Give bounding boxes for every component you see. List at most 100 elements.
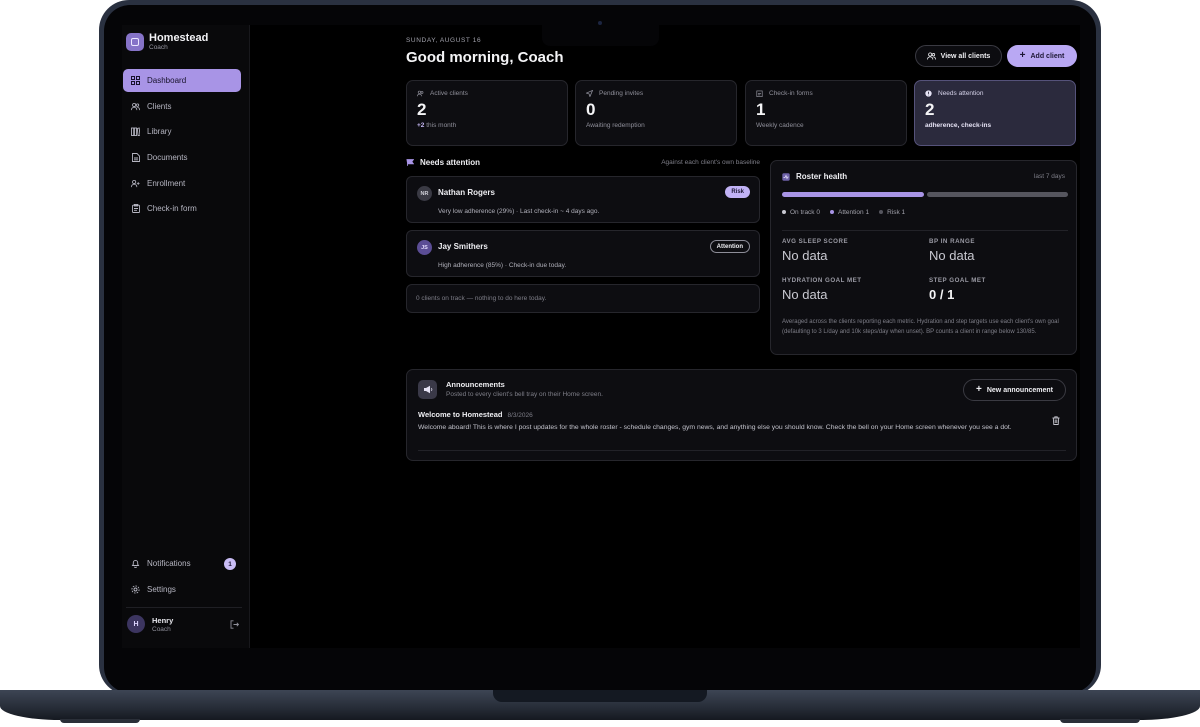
plus-icon: + [976, 384, 982, 395]
app-role: Coach [149, 44, 168, 51]
add-client-label: Add client [1030, 52, 1065, 60]
roster-health-card: Roster health last 7 days On track 0 Att… [770, 160, 1077, 355]
document-icon [131, 153, 140, 163]
metric-value: No data [929, 248, 975, 263]
metric-value: No data [782, 287, 828, 302]
stat-card-needs-attention[interactable]: Needs attention 2 adherence, check-ins [914, 80, 1076, 146]
section-note: Against each client's own baseline [661, 159, 760, 166]
brand[interactable]: Homestead Coach [126, 32, 208, 51]
stat-label: Check-in forms [769, 90, 813, 97]
pulse-icon [782, 172, 790, 181]
status-badge: Attention [709, 240, 750, 253]
plus-icon: + [1019, 50, 1026, 61]
library-icon [131, 127, 140, 137]
grid-icon [131, 76, 140, 85]
new-announcement-label: New announcement [986, 386, 1053, 394]
users-icon [417, 90, 424, 97]
roster-bar-segment [926, 192, 1068, 197]
metric-avg-sleep-score: AVG SLEEP SCORE No data [782, 238, 922, 263]
add-client-button[interactable]: + Add client [1007, 45, 1077, 67]
laptop-frame: Homestead Coach Dashboard Clients Librar… [0, 0, 1200, 727]
stat-value: 1 [756, 100, 766, 119]
sidebar-item-library[interactable]: Library [123, 120, 241, 143]
sidebar-bottom-nav: Notifications 1 Settings [123, 552, 241, 604]
main-content: SUNDAY, AUGUST 16 Good morning, Coach Vi… [406, 25, 1080, 648]
sidebar-item-label: Library [147, 127, 172, 137]
list-item[interactable]: JS Jay Smithers High adherence (85%) · C… [406, 230, 760, 277]
megaphone-icon [418, 380, 437, 399]
view-all-clients-label: View all clients [940, 52, 991, 60]
stat-card-check-in-forms[interactable]: Check-in forms 1 Weekly cadence [745, 80, 907, 146]
section-subtitle: Posted to every client's bell tray on th… [446, 391, 603, 398]
announcement-title: Welcome to Homestead 8/3/2026 [418, 410, 533, 419]
trash-icon[interactable] [1052, 412, 1060, 425]
legend-label: On track 0 [790, 209, 820, 216]
legend-item-attention: Attention 1 [829, 209, 869, 216]
on-track-text: 0 clients on track — nothing to do here … [416, 295, 547, 302]
laptop-foot-left [60, 719, 140, 723]
status-badge: Risk [725, 186, 750, 198]
sidebar-item-settings[interactable]: Settings [123, 578, 241, 601]
sidebar-item-notifications[interactable]: Notifications 1 [123, 552, 241, 575]
users-icon [926, 52, 936, 60]
app-name: Homestead [149, 32, 209, 44]
sidebar-item-label: Settings [147, 585, 176, 594]
camera-notch [542, 14, 659, 46]
stat-value: 2 [925, 100, 935, 119]
stat-value: 0 [586, 100, 596, 119]
section-title: Announcements [446, 380, 505, 389]
legend-item-on-track: On track 0 [782, 209, 820, 216]
sidebar-item-label: Dashboard [147, 76, 187, 85]
sidebar-item-enrollment[interactable]: Enrollment [123, 172, 241, 195]
needs-attention-header: Needs attention Against each client's ow… [406, 158, 760, 167]
stat-label: Needs attention [938, 90, 984, 97]
metric-hydration-goal-met: HYDRATION GOAL MET No data [782, 277, 922, 302]
stat-subtext: adherence, check-ins [925, 122, 992, 129]
stat-card-active-clients[interactable]: Active clients 2 +2 this month [406, 80, 568, 146]
sidebar-item-label: Check-in form [147, 204, 197, 214]
sidebar: Homestead Coach Dashboard Clients Librar… [122, 25, 250, 648]
app-logo-icon [126, 32, 144, 51]
user-profile[interactable]: H Henry Coach [127, 615, 240, 633]
stat-card-pending-invites[interactable]: Pending invites 0 Awaiting redemption [575, 80, 737, 146]
metric-bp-in-range: BP IN RANGE No data [929, 238, 1069, 263]
view-all-clients-button[interactable]: View all clients [915, 45, 1002, 67]
announcement-date: 8/3/2026 [507, 412, 533, 419]
sidebar-item-label: Clients [147, 101, 172, 111]
gear-icon [131, 585, 140, 594]
sidebar-item-documents[interactable]: Documents [123, 146, 241, 169]
divider [782, 230, 1068, 231]
roster-bar-segment [782, 192, 924, 197]
app-screen: Homestead Coach Dashboard Clients Librar… [122, 25, 1080, 648]
period-label: last 7 days [1033, 173, 1065, 180]
user-name: Henry [152, 615, 174, 625]
sidebar-nav: Dashboard Clients Library Documents Enro… [123, 69, 241, 223]
current-date: SUNDAY, AUGUST 16 [406, 37, 482, 44]
announcement-body: Welcome aboard! This is where I post upd… [418, 424, 1012, 431]
users-icon [131, 102, 140, 111]
metric-label: AVG SLEEP SCORE [782, 238, 849, 245]
client-status-description: Very low adherence (29%) · Last check-in… [438, 208, 600, 215]
section-title: Roster health [796, 172, 848, 181]
sidebar-item-dashboard[interactable]: Dashboard [123, 69, 241, 92]
sidebar-item-check-in-form[interactable]: Check-in form [123, 197, 241, 220]
roster-distribution-bar [782, 192, 1068, 197]
send-icon [586, 90, 593, 97]
avatar: JS [417, 240, 432, 255]
list-item[interactable]: NR Nathan Rogers Very low adherence (29%… [406, 176, 760, 223]
logout-icon[interactable] [230, 620, 240, 631]
stat-subtext: this month [424, 122, 457, 129]
laptop-foot-right [1060, 719, 1140, 723]
stat-label: Pending invites [599, 90, 644, 97]
legend-label: Risk 1 [887, 209, 906, 216]
new-announcement-button[interactable]: + New announcement [963, 379, 1066, 401]
stat-value: 2 [417, 100, 427, 119]
clipboard-icon [756, 90, 763, 97]
metric-value: No data [782, 248, 828, 263]
on-track-summary: 0 clients on track — nothing to do here … [406, 284, 760, 313]
sidebar-item-clients[interactable]: Clients [123, 95, 241, 118]
laptop-hinge [493, 690, 707, 702]
divider [126, 607, 242, 608]
section-title: Needs attention [420, 158, 481, 167]
bell-icon [131, 559, 140, 568]
